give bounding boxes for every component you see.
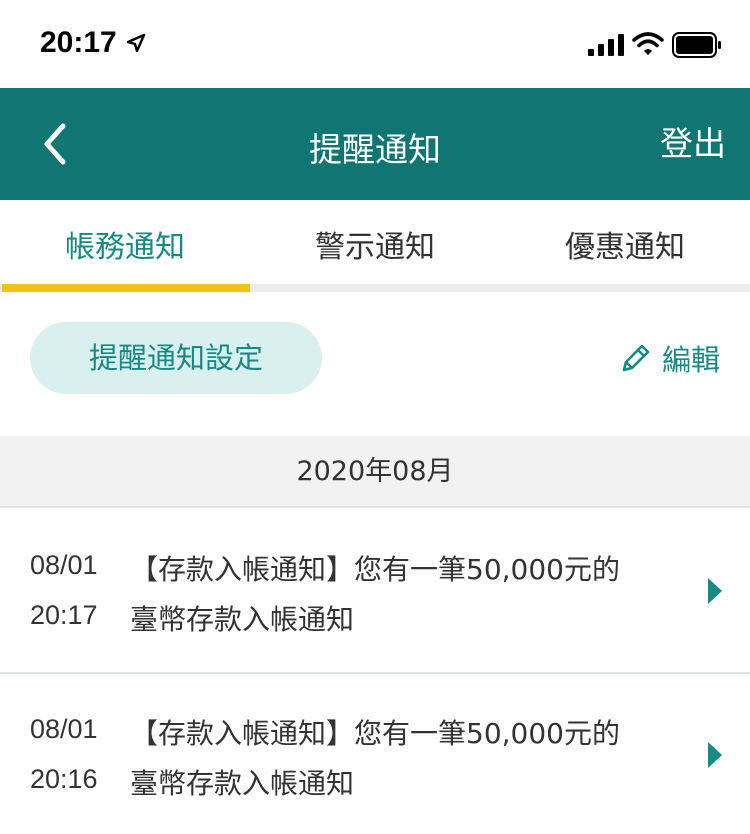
back-button[interactable] [30, 112, 80, 176]
battery-icon [672, 32, 721, 58]
notification-date: 08/01 [30, 550, 98, 580]
notification-settings-button[interactable]: 提醒通知設定 [30, 322, 322, 394]
notification-message-cont: 臺幣存款入帳通知 [130, 603, 355, 636]
notification-time: 20:17 [30, 600, 98, 630]
notification-time: 20:16 [30, 764, 98, 794]
tab-promo-notice[interactable]: 優惠通知 [500, 200, 750, 292]
page-title: 提醒通知 [309, 130, 441, 169]
notification-message-cont: 臺幣存款入帳通知 [130, 767, 355, 800]
edit-button[interactable]: 編輯 [618, 330, 720, 386]
notification-date: 08/01 [30, 714, 98, 744]
notification-item[interactable]: 08/01 20:16 【存款入帳通知】您有一筆50,000元的 臺幣存款入帳通… [0, 674, 750, 834]
app-header: 提醒通知 登出 [0, 88, 750, 200]
chevron-right-icon [708, 742, 722, 768]
notification-item[interactable]: 08/01 20:17 【存款入帳通知】您有一筆50,000元的 臺幣存款入帳通… [0, 510, 750, 674]
edit-label: 編輯 [661, 343, 720, 377]
active-tab-indicator [2, 284, 250, 292]
month-section-header: 2020年08月 [0, 436, 750, 508]
notification-message: 【存款入帳通知】您有一筆50,000元的 [130, 717, 620, 750]
signal-icon [588, 34, 624, 56]
status-time: 20:17 [40, 26, 117, 59]
logout-button[interactable]: 登出 [660, 118, 726, 170]
notification-message: 【存款入帳通知】您有一筆50,000元的 [130, 553, 620, 586]
tab-account-notice[interactable]: 帳務通知 [0, 200, 250, 292]
chevron-left-icon [44, 123, 66, 165]
tab-alert-notice[interactable]: 警示通知 [250, 200, 500, 292]
status-bar: 20:17 [0, 0, 750, 88]
screen: 20:17 提醒通知 登出 帳務通知 警示通知 優惠通知 提醒通知設定 編輯 2… [0, 0, 750, 834]
chevron-right-icon [708, 578, 722, 604]
tab-bar: 帳務通知 警示通知 優惠通知 [0, 200, 750, 292]
pencil-icon [622, 344, 650, 372]
location-arrow-icon [126, 33, 146, 53]
wifi-icon [632, 32, 664, 55]
